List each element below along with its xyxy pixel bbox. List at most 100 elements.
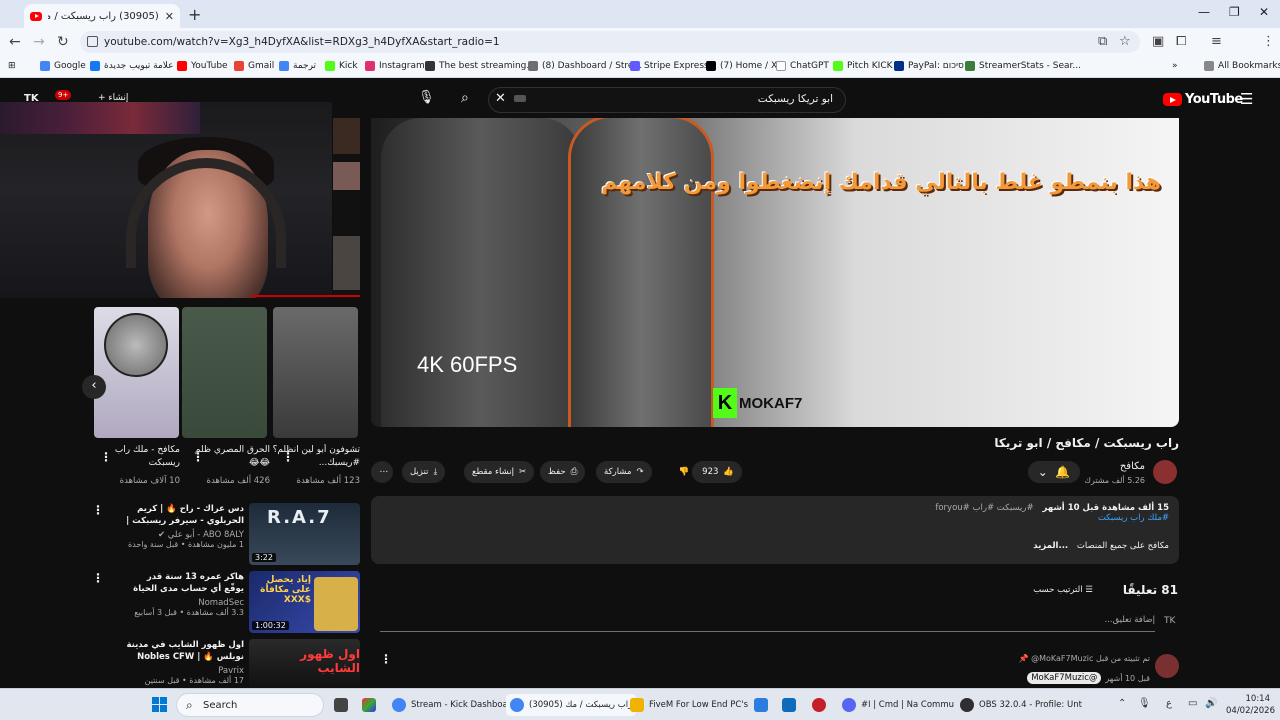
youtube-logo[interactable]: YouTube: [1163, 92, 1243, 107]
short-thumbnail[interactable]: [182, 307, 267, 438]
install-app-icon[interactable]: ⧉: [1098, 34, 1107, 49]
more-menu-icon[interactable]: ⋮: [1262, 34, 1275, 49]
add-comment-input[interactable]: إضافة تعليق...: [380, 612, 1155, 632]
restore-button[interactable]: ❐: [1229, 5, 1240, 19]
video-player[interactable]: هذا بنمطو غلط بالتالي قدامك إنضغطوا ومن …: [371, 118, 1179, 427]
reading-list-icon[interactable]: ≡: [1211, 34, 1222, 49]
display-icon[interactable]: ▭: [1188, 698, 1197, 709]
bookmark-item[interactable]: Pitch KICK: [833, 61, 893, 71]
taskbar-app-explorer[interactable]: [330, 694, 352, 716]
close-tab-icon[interactable]: ✕: [165, 10, 174, 23]
new-tab-button[interactable]: +: [188, 5, 201, 24]
back-button[interactable]: ←: [9, 34, 21, 50]
bookmark-item[interactable]: ChatGPT: [776, 61, 829, 71]
short-thumbnail[interactable]: [94, 307, 179, 438]
bookmark-item[interactable]: Google: [40, 61, 86, 71]
sort-button[interactable]: ☰ الترتيب حسب: [1033, 585, 1093, 595]
voice-search-icon[interactable]: 🎙: [418, 90, 435, 105]
related-video[interactable]: اول ظهور الشايب اول ظهور الشايب في مدينة…: [100, 639, 360, 688]
shorts-prev-button[interactable]: ‹: [82, 375, 106, 399]
clip-button[interactable]: ✂ إنشاء مقطع: [464, 461, 535, 483]
taskbar-search[interactable]: ⌕ Search: [176, 693, 324, 717]
related-video[interactable]: إياد يحصل على مكافأة $XXX 1:00:32 هاكر ع…: [92, 571, 360, 633]
search-input[interactable]: ابو تريكا ريسبكت: [488, 87, 846, 113]
taskbar-app-chrome-kick[interactable]: Stream - Kick Dashboar: [388, 694, 515, 716]
bookmark-star-icon[interactable]: ☆: [1119, 34, 1131, 49]
bookmark-item[interactable]: Instagram: [365, 61, 425, 71]
close-window-button[interactable]: ✕: [1259, 5, 1269, 19]
more-actions-button[interactable]: ⋯: [371, 461, 393, 483]
menu-icon[interactable]: ☰: [1240, 90, 1253, 108]
more-bookmarks-icon[interactable]: »: [1172, 61, 1178, 71]
kick-extension-icon[interactable]: ▣: [1152, 34, 1164, 49]
system-clock[interactable]: 10:14 04/02/2026: [1226, 693, 1275, 717]
side-thumbnail[interactable]: [333, 118, 360, 154]
thumbs-up-icon[interactable]: 👍: [723, 467, 734, 477]
taskbar-app-discord[interactable]: #ا | Cmd | Na Commu: [838, 694, 958, 716]
bookmark-item[interactable]: PayPal: סיכום: [894, 61, 964, 71]
download-button[interactable]: ⤓ تنزيل: [402, 461, 446, 483]
extensions-icon[interactable]: ⧠: [1176, 34, 1186, 49]
short-thumbnail[interactable]: [273, 307, 358, 438]
short-menu-icon[interactable]: ⋮: [100, 450, 112, 464]
taskbar-app-record[interactable]: [808, 694, 830, 716]
address-bar[interactable]: youtube.com/watch?v=Xg3_h4DyfXA&list=RDX…: [80, 31, 1140, 53]
apps-grid-icon[interactable]: ⊞: [8, 61, 16, 71]
related-thumbnail[interactable]: R.A.7 3:22: [249, 503, 360, 565]
reload-button[interactable]: ↻: [57, 34, 69, 50]
related-thumbnail[interactable]: اول ظهور الشايب: [249, 639, 360, 688]
bookmark-item[interactable]: The best streaming...: [425, 61, 535, 71]
browser-tab-youtube[interactable]: (30905) راب ريسبكت / مكافح / ابو تريكا ✕: [24, 4, 180, 28]
share-button[interactable]: ↷ مشاركة: [596, 461, 652, 483]
bookmark-item[interactable]: (8) Dashboard / Stre...: [528, 61, 642, 71]
search-icon[interactable]: ⌕: [461, 90, 469, 106]
bookmark-item[interactable]: (7) Home / X: [706, 61, 777, 71]
related-menu-icon[interactable]: ⋮: [92, 503, 104, 517]
related-menu-icon[interactable]: ⋮: [92, 571, 104, 585]
minimize-button[interactable]: —: [1198, 5, 1210, 19]
pinned-label: تم تثبيته من قبل MoKaF7Muzic@ 📌: [1018, 654, 1150, 663]
forward-button[interactable]: →: [33, 34, 45, 50]
like-dislike-button[interactable]: 👍 923 👎: [679, 461, 742, 483]
site-info-icon[interactable]: [87, 36, 98, 47]
bookmark-item[interactable]: علامة تبويب جديدة: [90, 61, 174, 71]
thumbs-down-icon[interactable]: 👎: [679, 467, 690, 477]
bookmark-item[interactable]: StreamerStats - Sear...: [965, 61, 1081, 71]
channel-avatar[interactable]: [1153, 460, 1177, 484]
show-more-link[interactable]: ...المزيد: [1033, 541, 1068, 551]
subscription-button[interactable]: ⌄ 🔔: [1028, 461, 1080, 483]
hashtags[interactable]: #ريسبكت #راب #foryou: [935, 503, 1033, 513]
tray-chevron-icon[interactable]: ⌃: [1118, 698, 1126, 709]
taskbar-app-outlook[interactable]: [778, 694, 800, 716]
bookmark-item[interactable]: Kick: [325, 61, 358, 71]
short-menu-icon[interactable]: ⋮: [192, 450, 204, 464]
all-bookmarks[interactable]: All Bookmarks: [1204, 61, 1280, 71]
bookmark-item[interactable]: Gmail: [234, 61, 274, 71]
volume-icon[interactable]: 🔊: [1205, 698, 1217, 709]
side-thumbnail[interactable]: [333, 162, 360, 190]
taskbar-app-store[interactable]: [750, 694, 772, 716]
bookmark-item[interactable]: YouTube: [177, 61, 228, 71]
taskbar-app-chrome-youtube[interactable]: (30905) راب ريسبكت / مك: [506, 694, 637, 716]
taskbar-app-multicolor[interactable]: [358, 694, 380, 716]
windows-start-icon[interactable]: [152, 697, 168, 713]
related-thumbnail[interactable]: إياد يحصل على مكافأة $XXX 1:00:32: [249, 571, 360, 633]
bookmark-item[interactable]: ترجمة: [279, 61, 316, 71]
taskbar-app-obs[interactable]: OBS 32.0.4 - Profile: Unt: [956, 694, 1086, 716]
language-indicator[interactable]: ع: [1166, 698, 1172, 709]
description-box[interactable]: 15 ألف مشاهدة قبل 10 أشهر #ريسبكت #راب #…: [371, 496, 1179, 564]
taskbar-app-explorer-folder[interactable]: FiveM For Low End PC's: [626, 694, 752, 716]
keyboard-icon[interactable]: [514, 95, 526, 102]
author-badge[interactable]: @MoKaF7Muzic: [1027, 672, 1102, 684]
channel-name[interactable]: مكافح: [1120, 461, 1145, 472]
bookmark-item[interactable]: Stripe Express: [630, 61, 709, 71]
comment-menu-icon[interactable]: ⋮: [380, 652, 392, 666]
related-video[interactable]: R.A.7 3:22 دس عراك - راح 🔥 | كريم الحربل…: [92, 503, 360, 565]
commenter-avatar[interactable]: [1155, 654, 1179, 678]
hashtag-link[interactable]: #ملك راب ريسبكت: [381, 513, 1169, 523]
clear-search-icon[interactable]: ✕: [495, 91, 506, 106]
microphone-icon[interactable]: 🎙: [1138, 698, 1151, 709]
side-thumbnail[interactable]: [333, 236, 360, 290]
short-menu-icon[interactable]: ⋮: [282, 450, 294, 464]
save-button[interactable]: ⎙ حفظ: [540, 461, 586, 483]
